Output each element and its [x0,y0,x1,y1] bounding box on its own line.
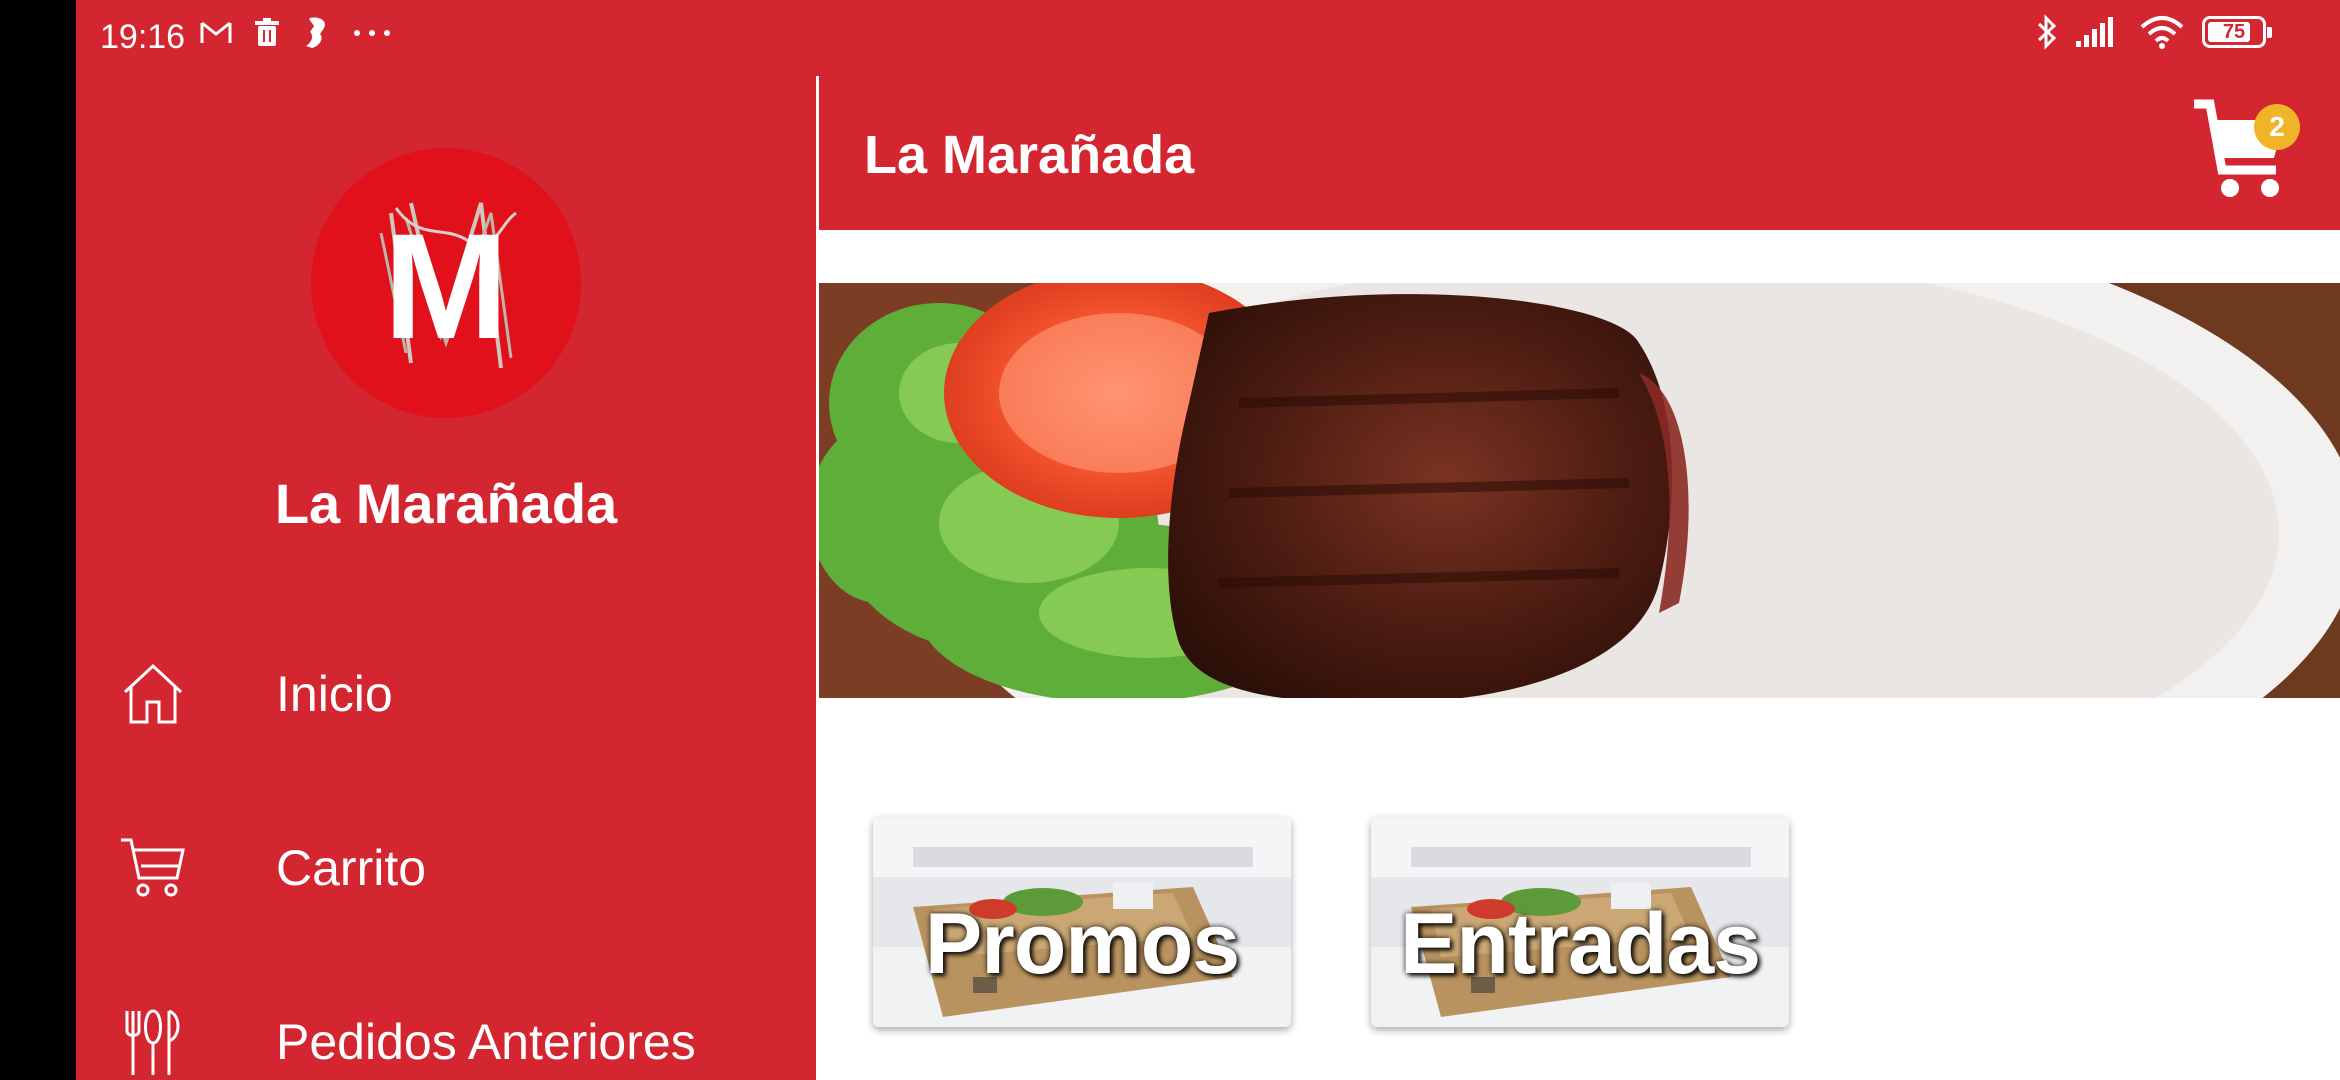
trash-icon [254,18,280,48]
category-card-entradas[interactable]: Entradas [1371,817,1789,1027]
notification-icons [200,16,392,50]
wifi-icon [2140,15,2184,49]
more-dots-icon [352,28,392,38]
bluetooth-icon [2036,14,2058,50]
screen-edge [0,0,76,1080]
category-card-promos[interactable]: Promos [873,817,1291,1027]
gmail-icon [200,20,232,46]
nav-item-label: Inicio [276,666,393,722]
hero-banner-image [819,283,2340,698]
battery-level: 75 [2222,20,2246,43]
status-bar: 19:16 75 [76,0,2340,76]
navigation-drawer: M La Marañada Inicio Carrito Pedidos Ant… [76,76,816,1080]
cart-icon [118,833,188,903]
nav-item-label: Pedidos Anteriores [276,1014,696,1070]
status-time: 19:16 [100,18,186,56]
app-notification-icon [302,16,330,50]
home-icon [118,659,188,729]
nav-item-pedidos-anteriores[interactable]: Pedidos Anteriores [76,982,816,1080]
system-icons: 75 [2036,14,2272,50]
page-title: La Marañada [864,125,1195,185]
nav-item-inicio[interactable]: Inicio [76,634,816,754]
category-label: Entradas [1399,896,1761,992]
nav-item-label: Carrito [276,840,427,896]
cart-count-badge: 2 [2254,104,2300,150]
category-label: Promos [924,896,1240,992]
drawer-title: La Marañada [274,472,618,535]
nav-item-carrito[interactable]: Carrito [76,808,816,928]
cart-button[interactable]: 2 [2190,98,2300,208]
restaurant-logo: M [311,148,581,418]
app-screen: 19:16 75 M La Marañada Inicio Carrito Pe… [76,0,2340,1080]
logo-letter: M [384,202,509,370]
signal-icon [2076,17,2122,47]
utensils-icon [118,1007,188,1077]
battery-indicator: 75 [2202,16,2272,48]
app-bar: La Marañada 2 [819,76,2340,230]
